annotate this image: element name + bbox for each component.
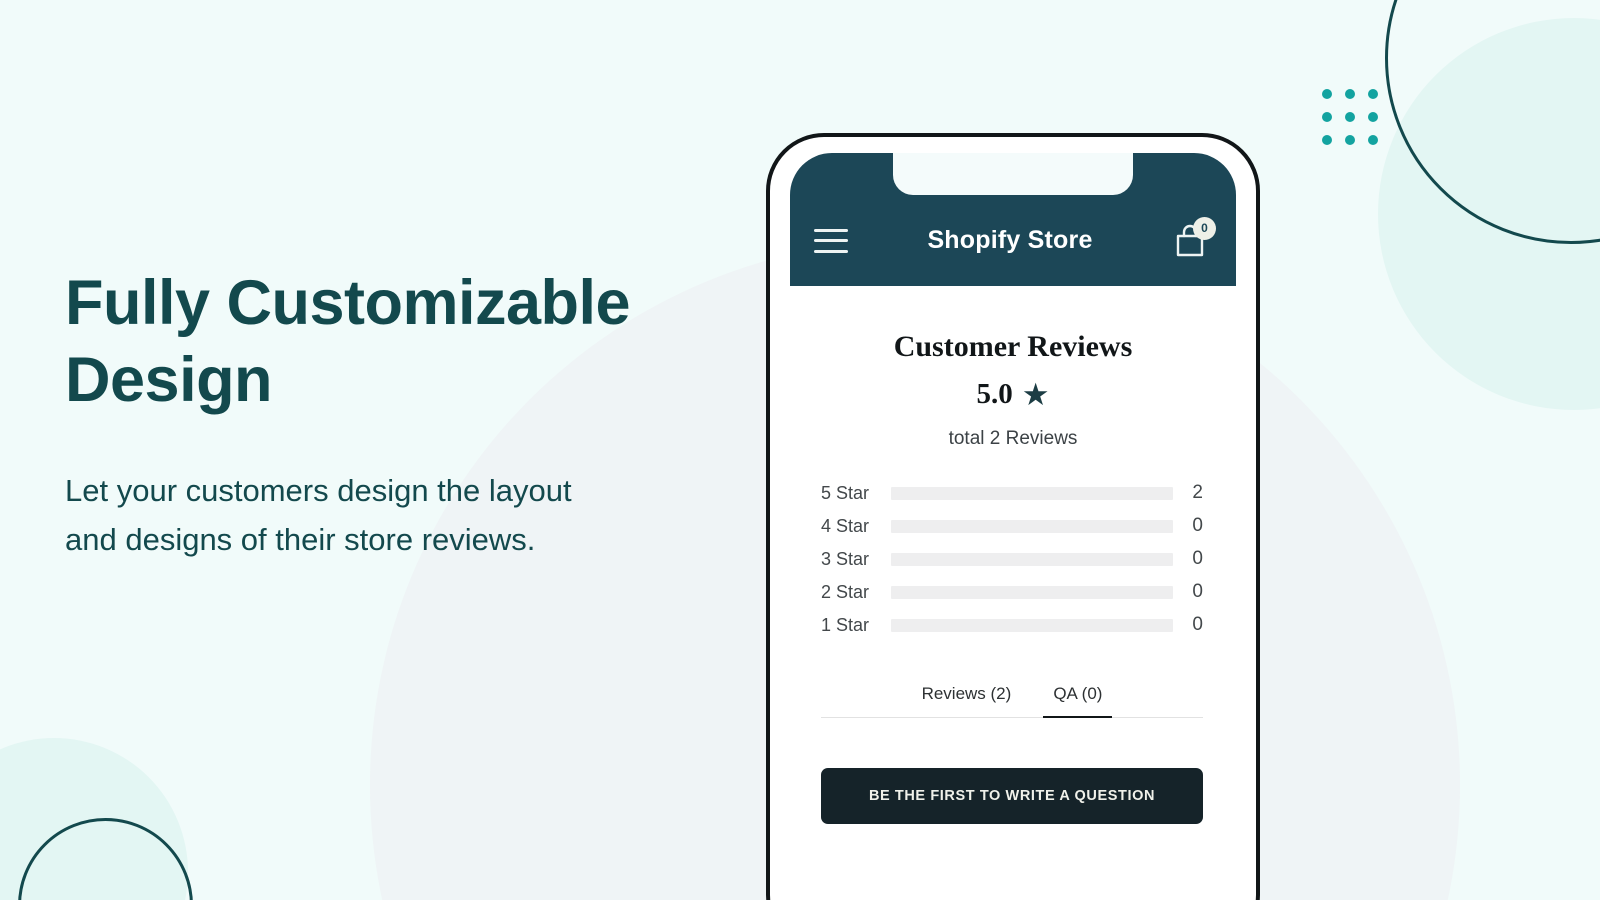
histogram-label: 1 Star (821, 614, 870, 635)
histogram-count: 2 (1192, 482, 1203, 503)
marketing-copy: Fully Customizable Design Let your custo… (65, 265, 755, 565)
histogram-label: 2 Star (821, 581, 870, 602)
page-title: Fully Customizable Design (65, 268, 631, 415)
hamburger-menu-icon[interactable] (814, 228, 848, 253)
dot-icon (1322, 89, 1332, 99)
rating-value: 5.0 (976, 378, 1013, 410)
histogram-label: 4 Star (821, 515, 870, 536)
histogram-row[interactable]: 4 Star 0 (821, 515, 1203, 537)
histogram-track (891, 486, 1173, 500)
cta-container: BE THE FIRST TO WRITE A QUESTION (821, 768, 1203, 824)
dot-icon (1345, 135, 1355, 145)
histogram-row[interactable]: 2 Star 0 (821, 581, 1203, 603)
phone-screen: Shopify Store 0 Customer Reviews 5.0 ★ t… (790, 153, 1236, 900)
dot-icon (1368, 135, 1378, 145)
histogram-track (891, 618, 1173, 632)
write-question-button[interactable]: BE THE FIRST TO WRITE A QUESTION (821, 768, 1203, 824)
histogram-label: 5 Star (821, 482, 870, 503)
histogram-count: 0 (1192, 515, 1203, 536)
customer-reviews-widget: Customer Reviews 5.0 ★ total 2 Reviews 5… (790, 286, 1236, 824)
dot-icon (1322, 112, 1332, 122)
dot-icon (1368, 112, 1378, 122)
histogram-track (891, 552, 1173, 566)
hamburger-line (814, 228, 848, 232)
phone-mockup: Shopify Store 0 Customer Reviews 5.0 ★ t… (766, 133, 1260, 900)
histogram-row[interactable]: 1 Star 0 (821, 614, 1203, 636)
store-app-bar: Shopify Store 0 (790, 153, 1236, 286)
background-ring-bottom-left (18, 818, 193, 900)
dot-icon (1345, 89, 1355, 99)
star-icon: ★ (1021, 377, 1050, 412)
tab-qa[interactable]: QA (0) (1043, 678, 1113, 718)
cart-count-badge: 0 (1193, 216, 1216, 240)
histogram-label: 3 Star (821, 548, 870, 569)
histogram-count: 0 (1192, 581, 1203, 602)
hamburger-line (814, 249, 848, 253)
histogram-row[interactable]: 3 Star 0 (821, 548, 1203, 570)
background-mint-circle-top-right (1378, 18, 1600, 410)
app-bar-row: Shopify Store 0 (790, 195, 1236, 286)
hamburger-line (814, 239, 848, 242)
tab-reviews[interactable]: Reviews (2) (912, 678, 1022, 718)
page-subtitle: Let your customers design the layout and… (65, 472, 572, 557)
histogram-count: 0 (1192, 614, 1203, 635)
histogram-row[interactable]: 5 Star 2 (821, 482, 1203, 504)
total-reviews-label: total 2 Reviews (948, 428, 1078, 449)
phone-notch (893, 153, 1133, 195)
dot-icon (1322, 135, 1332, 145)
cart-button[interactable]: 0 (1172, 216, 1216, 260)
histogram-track (891, 519, 1173, 533)
histogram-track (891, 585, 1173, 599)
reviews-tabs: Reviews (2) QA (0) (821, 678, 1203, 718)
dot-icon (1345, 112, 1355, 122)
average-rating: 5.0 ★ (790, 378, 1236, 411)
rating-histogram: 5 Star 2 4 Star 0 3 Star 0 2 Star 0 1 Star 0 (821, 482, 1203, 636)
histogram-count: 0 (1192, 548, 1203, 569)
dot-icon (1368, 89, 1378, 99)
background-mint-circle-bottom-left (0, 738, 188, 900)
background-ring-top-right (1385, 0, 1600, 244)
reviews-heading: Customer Reviews (893, 330, 1133, 363)
store-title: Shopify Store (927, 226, 1093, 254)
dot-grid-icon (1322, 89, 1378, 145)
